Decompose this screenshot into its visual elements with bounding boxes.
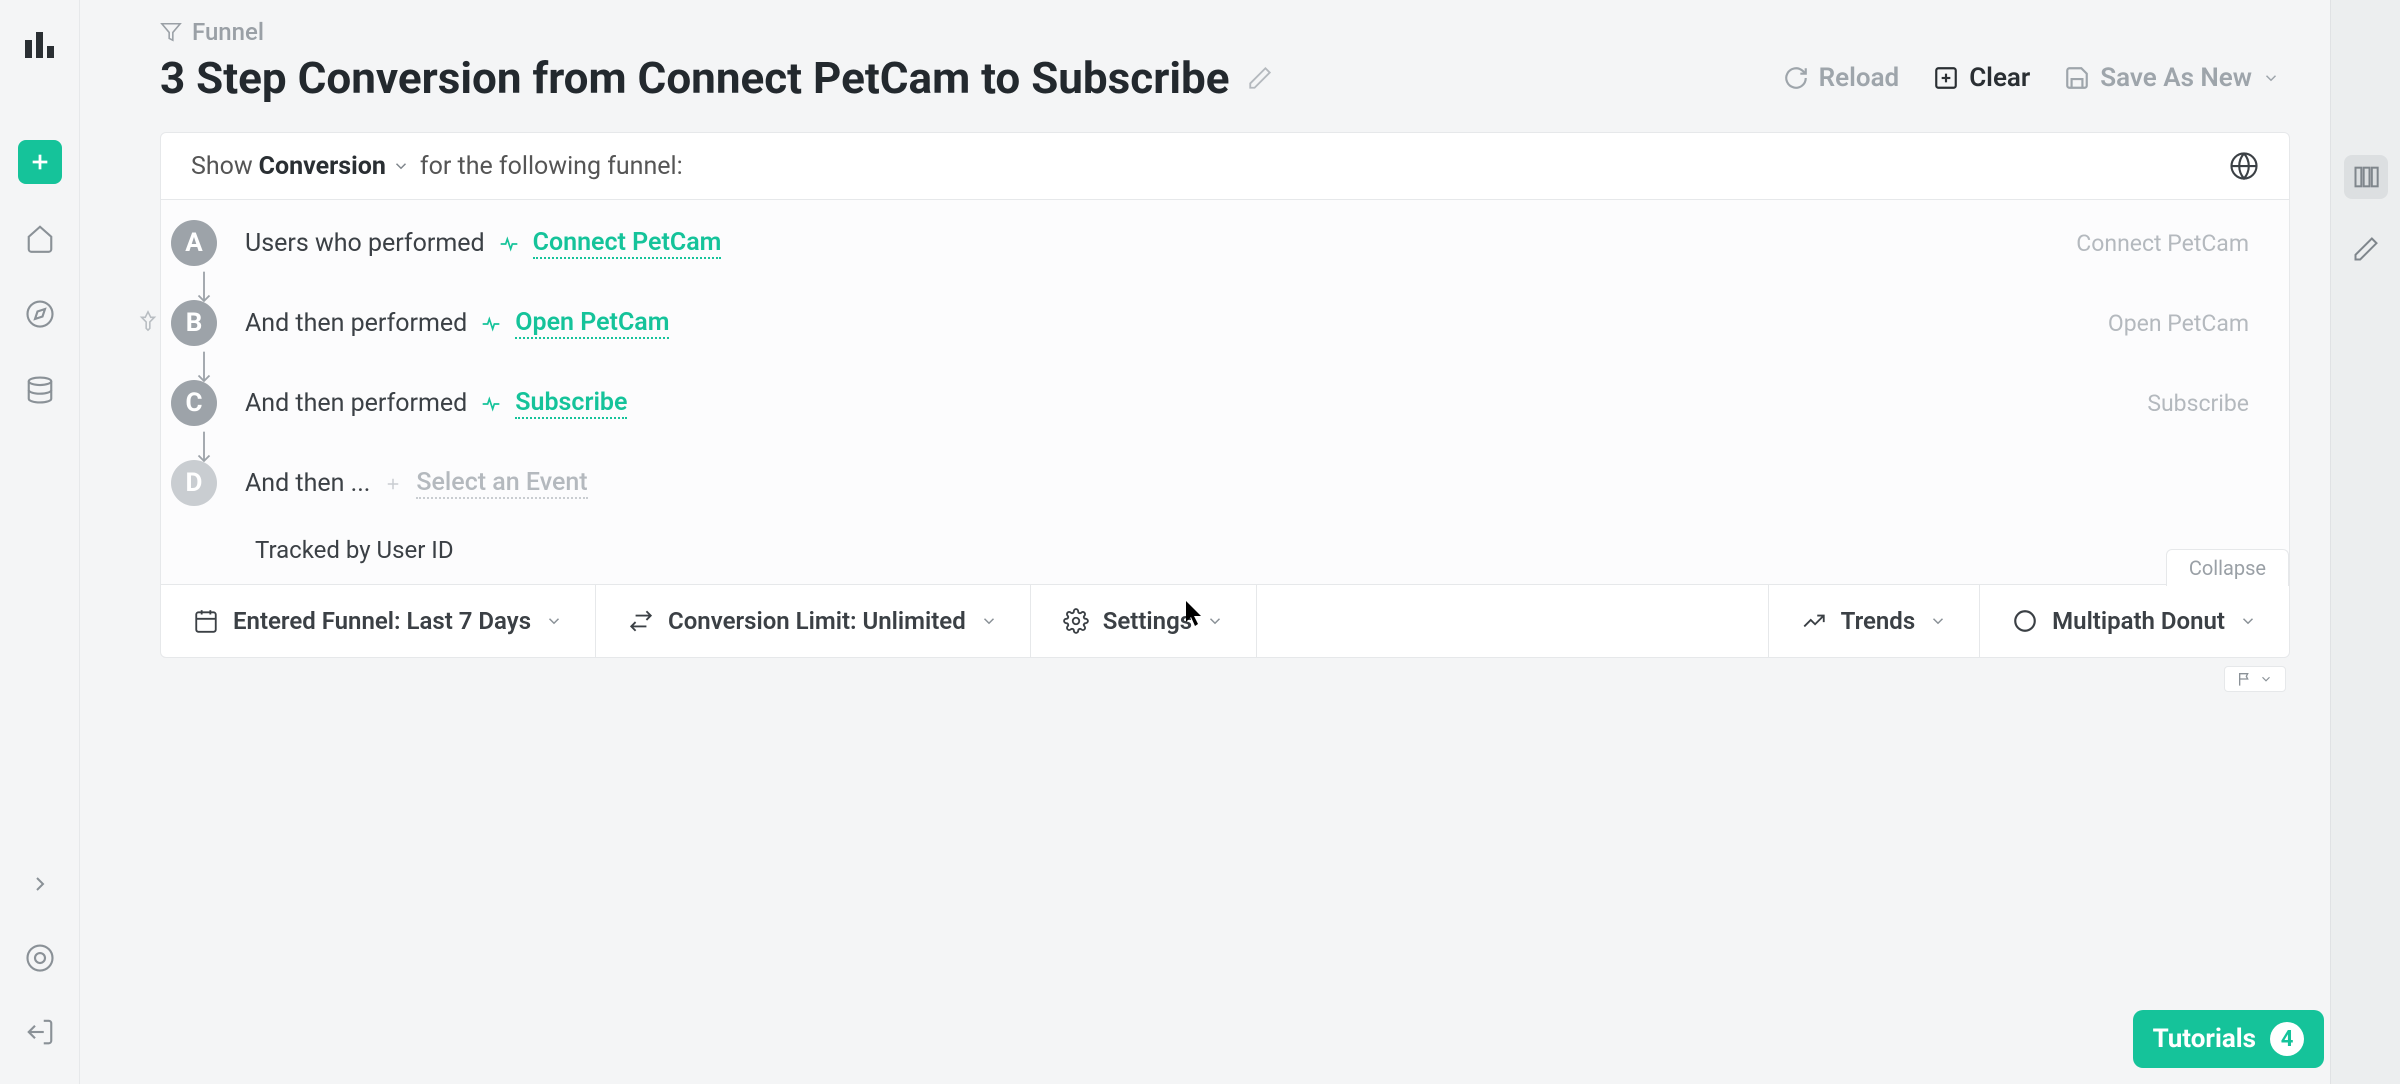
page-title: 3 Step Conversion from Connect PetCam to…: [160, 52, 1229, 104]
event-link[interactable]: Open PetCam: [515, 308, 669, 339]
save-as-new-label: Save As New: [2100, 63, 2252, 93]
app-logo: [25, 28, 55, 58]
funnel-step-a: A Users who performed Connect PetCam Con…: [171, 220, 2259, 266]
chevron-down-icon: [980, 612, 998, 630]
funnel-step-d: D And then ... Select an Event: [171, 460, 2259, 506]
breadcrumb-label: Funnel: [192, 18, 264, 46]
chevron-down-icon: [1929, 612, 1947, 630]
trends-label: Trends: [1841, 607, 1916, 635]
flag-icon: [2237, 671, 2253, 687]
pulse-icon: [481, 314, 501, 334]
settings-label: Settings: [1103, 607, 1192, 635]
trend-icon: [1801, 608, 1827, 634]
funnel-step-b: B And then performed Open PetCam Open Pe…: [171, 300, 2259, 346]
step-letter: A: [171, 220, 217, 266]
settings-selector[interactable]: Settings: [1031, 585, 1257, 657]
plus-icon: [384, 475, 402, 493]
clear-button[interactable]: Clear: [1933, 63, 2030, 93]
collapse-button[interactable]: Collapse: [2166, 549, 2289, 586]
reload-label: Reload: [1819, 63, 1900, 93]
swap-icon: [628, 608, 654, 634]
chevron-down-icon: [1206, 612, 1224, 630]
expand-sidebar-icon[interactable]: [18, 862, 62, 906]
calendar-icon: [193, 608, 219, 634]
metric-selector[interactable]: Conversion: [259, 152, 386, 181]
event-link[interactable]: Connect PetCam: [533, 228, 722, 259]
funnel-icon: [160, 21, 182, 43]
left-sidebar: [0, 0, 80, 1084]
globe-icon[interactable]: [2229, 151, 2259, 181]
tutorials-label: Tutorials: [2153, 1024, 2256, 1054]
tracked-by: Tracked by User ID: [171, 526, 2259, 564]
database-icon[interactable]: [18, 368, 62, 412]
funnel-step-c: C And then performed Subscribe Subscribe: [171, 380, 2259, 426]
chevron-down-icon[interactable]: [392, 157, 410, 175]
step-right-label: Connect PetCam: [2076, 220, 2259, 257]
chart-type-label: Multipath Donut: [2052, 607, 2225, 635]
step-letter: C: [171, 380, 217, 426]
home-icon[interactable]: [18, 216, 62, 260]
step-prefix: And then performed: [245, 309, 467, 338]
tutorials-count-badge: 4: [2270, 1022, 2304, 1056]
help-icon[interactable]: [18, 936, 62, 980]
right-sidebar: [2330, 0, 2400, 1084]
event-link[interactable]: Subscribe: [515, 388, 627, 419]
chevron-down-icon: [545, 612, 563, 630]
show-suffix: for the following funnel:: [420, 152, 683, 181]
breadcrumb: Funnel: [160, 18, 2290, 46]
pin-icon[interactable]: [137, 310, 159, 332]
step-prefix: And then performed: [245, 389, 467, 418]
edit-icon[interactable]: [2344, 227, 2388, 271]
clear-icon: [1933, 65, 1959, 91]
clear-label: Clear: [1969, 63, 2030, 93]
reload-icon: [1783, 65, 1809, 91]
tutorials-button[interactable]: Tutorials 4: [2133, 1010, 2324, 1068]
settings-bar: Entered Funnel: Last 7 Days Conversion L…: [160, 584, 2290, 658]
step-prefix: And then ...: [245, 469, 370, 498]
gear-icon: [1063, 608, 1089, 634]
conversion-limit-label: Conversion Limit: Unlimited: [668, 607, 966, 635]
step-prefix: Users who performed: [245, 229, 485, 258]
save-icon: [2064, 65, 2090, 91]
chevron-down-icon: [2259, 672, 2273, 686]
panels-icon[interactable]: [2344, 155, 2388, 199]
step-right-label: Open PetCam: [2108, 300, 2259, 337]
select-event-placeholder[interactable]: Select an Event: [416, 468, 587, 499]
compass-icon[interactable]: [18, 292, 62, 336]
pulse-icon: [499, 234, 519, 254]
date-range-label: Entered Funnel: Last 7 Days: [233, 607, 531, 635]
logout-icon[interactable]: [18, 1010, 62, 1054]
reload-button[interactable]: Reload: [1783, 63, 1900, 93]
flag-footer[interactable]: [2224, 666, 2286, 692]
chevron-down-icon: [2239, 612, 2257, 630]
new-button[interactable]: [18, 140, 62, 184]
step-letter: D: [171, 460, 217, 506]
save-as-new-button[interactable]: Save As New: [2064, 63, 2280, 93]
donut-icon: [2012, 608, 2038, 634]
funnel-steps: A Users who performed Connect PetCam Con…: [160, 200, 2290, 584]
step-letter: B: [171, 300, 217, 346]
show-prefix: Show: [191, 152, 253, 181]
config-bar: Show Conversion for the following funnel…: [160, 132, 2290, 200]
trends-selector[interactable]: Trends: [1769, 585, 1981, 657]
chart-type-selector[interactable]: Multipath Donut: [1980, 585, 2289, 657]
conversion-limit-selector[interactable]: Conversion Limit: Unlimited: [596, 585, 1031, 657]
chevron-down-icon: [2262, 69, 2280, 87]
pulse-icon: [481, 394, 501, 414]
edit-title-icon[interactable]: [1247, 65, 1273, 91]
step-right-label: Subscribe: [2147, 380, 2259, 417]
main-content: Funnel 3 Step Conversion from Connect Pe…: [80, 0, 2330, 1084]
date-range-selector[interactable]: Entered Funnel: Last 7 Days: [161, 585, 596, 657]
